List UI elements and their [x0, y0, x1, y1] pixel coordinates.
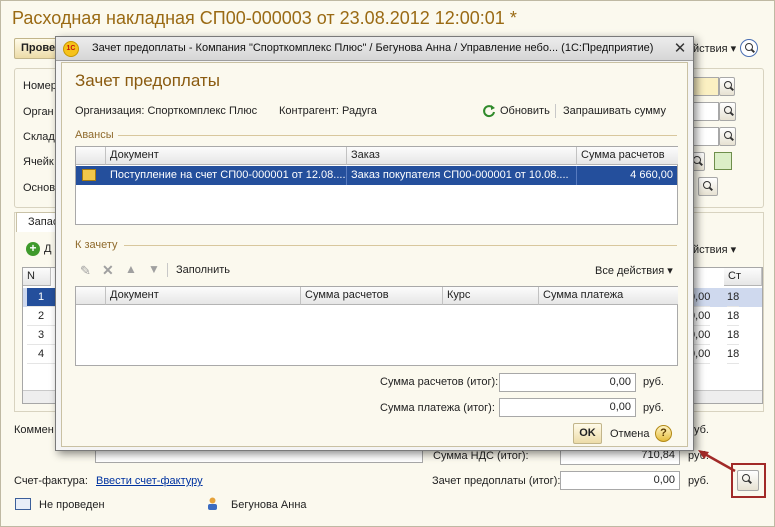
toolbar-separator [167, 263, 168, 277]
label-warehouse: Склад [23, 131, 55, 143]
advances-table[interactable]: Документ Заказ Сумма расчетов Поступлени… [75, 146, 678, 225]
annotation-arrow [698, 450, 736, 473]
prepay-currency: руб. [688, 475, 709, 487]
warehouse-field[interactable] [693, 127, 719, 146]
prepay-label: Зачет предоплаты (итог): [432, 475, 561, 487]
advances-section-line [118, 135, 677, 136]
move-down-icon[interactable]: ▼ [148, 262, 160, 276]
dialog-window-title: Зачет предоплаты - Компания "Спорткомпле… [92, 42, 654, 54]
advances-cell-amount[interactable]: 4 660,00 [577, 166, 677, 185]
total-payment-field: 0,00 [499, 398, 636, 417]
document-status-icon [15, 498, 31, 510]
delete-icon[interactable]: ✕ [102, 262, 114, 279]
grid-row-number[interactable]: 4 [27, 345, 55, 364]
total-settlement-currency: руб. [643, 376, 664, 388]
label-basis: Основ [23, 182, 56, 194]
warehouse-search-button[interactable] [719, 127, 736, 146]
offset-col-document[interactable]: Документ [106, 287, 301, 305]
vat-label: Сумма НДС (итог): [433, 450, 529, 462]
advances-cell-order[interactable]: Заказ покупателя СП00-000001 от 10.08...… [347, 166, 577, 185]
advances-section-label: Авансы [75, 129, 114, 141]
advances-col-icon[interactable] [76, 147, 106, 165]
grid-row-number[interactable]: 3 [27, 326, 55, 345]
label-cell: Ячейк [23, 156, 54, 168]
organization-label: Организация: Спорткомплекс Плюс [75, 105, 258, 117]
number-field[interactable] [693, 77, 719, 96]
user-icon [207, 497, 218, 510]
prepay-field: 0,00 [560, 471, 680, 490]
grid-all-actions-menu[interactable]: йствия ▾ [693, 243, 736, 256]
prepayment-dialog: 1С Зачет предоплаты - Компания "Спортком… [55, 36, 694, 451]
advances-col-document[interactable]: Документ [106, 147, 347, 165]
dialog-body: Зачет предоплаты Организация: Спорткомпл… [61, 62, 688, 447]
request-amount-button[interactable]: Запрашивать сумму [563, 105, 666, 117]
offset-section-label: К зачету [75, 239, 118, 251]
advances-col-amount[interactable]: Сумма расчетов [577, 147, 678, 165]
app-logo-icon: 1С [63, 41, 79, 57]
help-button-top[interactable] [740, 39, 758, 57]
invoice-label: Счет-фактура: [14, 475, 88, 487]
dialog-titlebar[interactable]: 1С Зачет предоплаты - Компания "Спортком… [56, 37, 693, 61]
dialog-heading: Зачет предоплаты [75, 71, 220, 90]
grid-row-number[interactable]: 2 [27, 307, 55, 326]
invoice-link[interactable]: Ввести счет-фактуру [96, 475, 203, 487]
close-icon[interactable]: ✕ [671, 40, 689, 58]
advances-cell-document[interactable]: Поступление на счет СП00-000001 от 12.08… [106, 166, 347, 185]
toolbar-separator [555, 104, 556, 118]
offset-col-settlement[interactable]: Сумма расчетов [301, 287, 443, 305]
basis-search-button[interactable] [698, 177, 718, 196]
organization-search-button[interactable] [719, 102, 736, 121]
help-icon[interactable]: ? [655, 425, 672, 442]
grid-tail-cell[interactable]: 18 [727, 326, 740, 345]
ok-button[interactable]: OK [573, 423, 602, 444]
post-button[interactable]: Прове [14, 38, 58, 59]
total-settlement-field: 0,00 [499, 373, 636, 392]
organization-field[interactable] [693, 102, 719, 121]
user-label: Бегунова Анна [231, 499, 307, 511]
label-number: Номер [23, 80, 57, 92]
grid-col-n[interactable]: N [23, 268, 51, 286]
comment-label: Коммен [14, 424, 54, 436]
edit-icon[interactable]: ✎ [80, 263, 91, 279]
all-actions-menu[interactable]: Все действия ▾ [595, 264, 673, 277]
advances-row[interactable]: Поступление на счет СП00-000001 от 12.08… [76, 166, 677, 185]
refresh-button[interactable]: Обновить [500, 105, 550, 117]
offset-col-rate[interactable]: Курс [443, 287, 539, 305]
all-actions-menu-top[interactable]: йствия ▾ [693, 42, 736, 55]
total-settlement-label: Сумма расчетов (итог): [380, 376, 499, 388]
document-icon [82, 169, 96, 181]
offset-col-icon[interactable] [76, 287, 106, 305]
number-select-button[interactable] [719, 77, 735, 96]
document-title: Расходная накладная СП00-000003 от 23.08… [12, 8, 517, 28]
total-payment-label: Сумма платежа (итог): [380, 402, 495, 414]
offset-table[interactable]: Документ Сумма расчетов Курс Сумма плате… [75, 286, 678, 366]
add-icon[interactable]: + [26, 242, 40, 256]
counterparty-label: Контрагент: Радуга [279, 105, 377, 117]
advances-col-order[interactable]: Заказ [347, 147, 577, 165]
add-button-label[interactable]: Д [44, 243, 51, 255]
offset-col-payment[interactable]: Сумма платежа [539, 287, 678, 305]
grid-row-number[interactable]: 1 [27, 288, 55, 307]
tab-inventory-label: Запас [28, 216, 59, 228]
grid-tail-cell[interactable]: 18 [727, 345, 740, 364]
cancel-button[interactable]: Отмена [610, 428, 649, 440]
status-label: Не проведен [39, 499, 105, 511]
refresh-icon[interactable] [482, 104, 496, 118]
label-organization: Орган [23, 106, 54, 118]
grid-tail-cell[interactable]: 18 [727, 288, 740, 307]
move-up-icon[interactable]: ▲ [125, 262, 137, 276]
grid-tail-cell[interactable]: 18 [727, 307, 740, 326]
open-cell-icon[interactable] [714, 152, 732, 170]
offset-section-line [124, 245, 677, 246]
fill-button[interactable]: Заполнить [176, 264, 230, 276]
total-payment-currency: руб. [643, 402, 664, 414]
grid-col-tail[interactable]: Ст [724, 268, 762, 286]
